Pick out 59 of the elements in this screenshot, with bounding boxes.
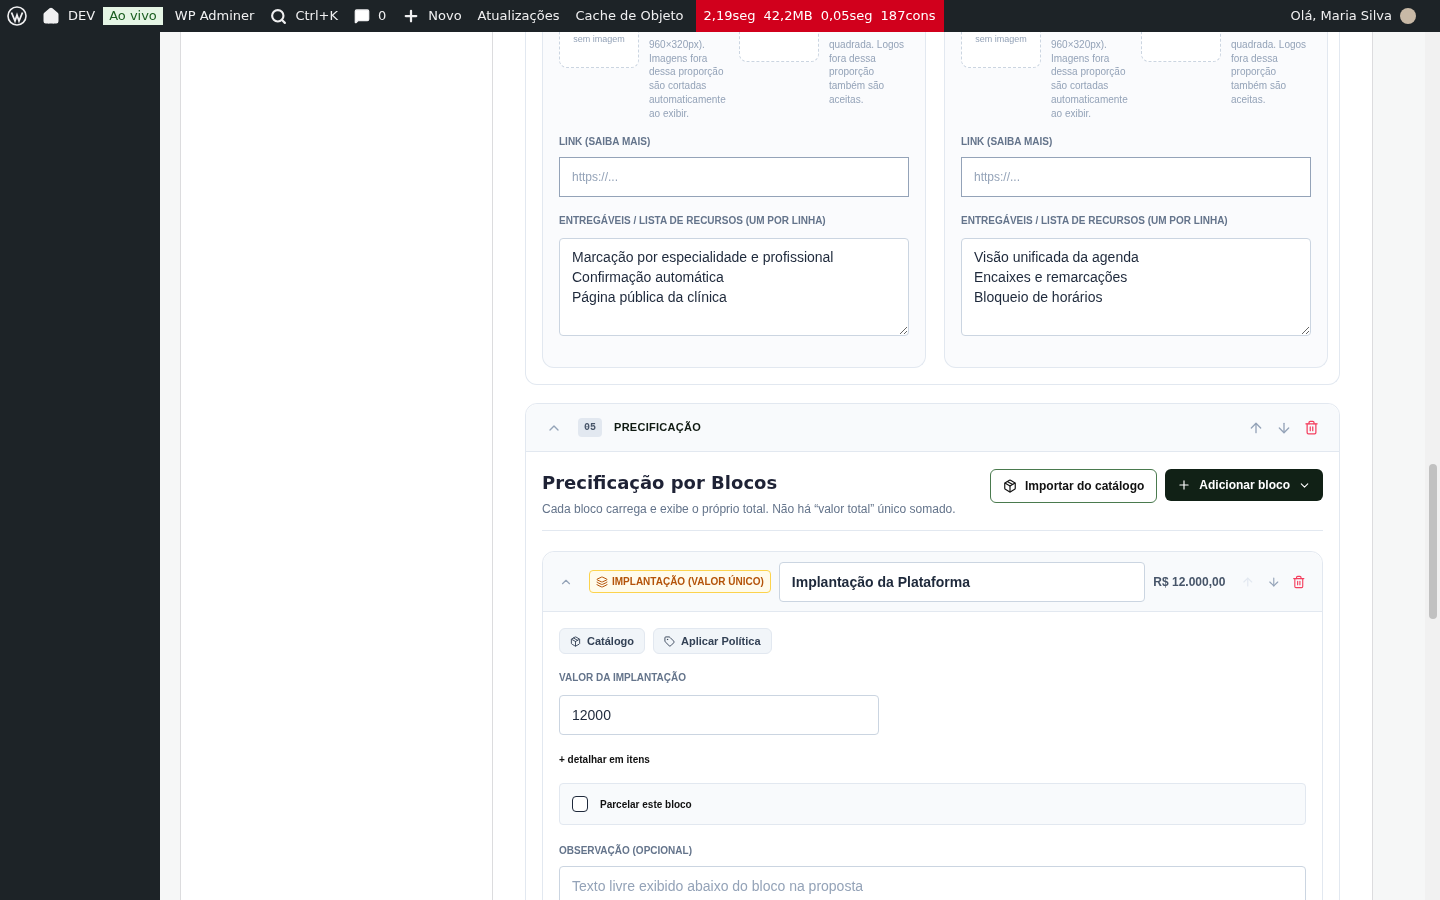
detail-items-link[interactable]: + detalhar em itens: [559, 752, 1306, 768]
image-hint: quadrada. Logos fora dessa proporção também são aceitas.: [829, 38, 906, 107]
field-label: LINK (SAIBA MAIS): [559, 135, 652, 150]
admin-bar-link[interactable]: Atualizações: [477, 6, 560, 26]
admin-bar-link[interactable]: DEV: [68, 6, 96, 26]
search-icon: [270, 7, 288, 25]
placeholder-text: sem imagem: [573, 33, 625, 46]
tag-icon: [664, 635, 676, 647]
section-subtitle: Cada bloco carrega e exibe o próprio total. Não há “valor total” único somado.: [542, 501, 956, 519]
stat-value: 0,05seg: [820, 7, 873, 26]
image-hint: 960×320px). Imagens fora dessa proporção são cortadas automaticamente ao exibir.: [1051, 38, 1129, 121]
block-total: R$ 12.000,00: [1153, 573, 1226, 591]
package-icon: [1002, 479, 1017, 494]
admin-bar-link[interactable]: 0: [378, 6, 387, 26]
block-type-badge: IMPLANTAÇÃO (VALOR ÚNICO): [589, 570, 771, 594]
field-label: ENTREGÁVEIS / LISTA DE RECURSOS (UM POR LINHA): [961, 213, 1229, 229]
stat-value: 187cons: [880, 7, 936, 26]
field-label: OBSERVAÇÃO (OPCIONAL): [559, 843, 693, 859]
user-greeting[interactable]: Olá, Maria Silva: [1290, 6, 1392, 26]
home-icon: [42, 7, 60, 25]
tool-chip[interactable]: Aplicar Política: [653, 628, 772, 655]
list-field[interactable]: Visão unificada da agenda Encaixes e remarcações Bloqueio de horários: [961, 238, 1311, 337]
field-label: ENTREGÁVEIS / LISTA DE RECURSOS (UM POR LINHA): [559, 213, 827, 229]
move-down-icon[interactable]: [1266, 574, 1281, 589]
import-button[interactable]: Importar do catálogo: [989, 469, 1158, 504]
environment-badge: Ao vivo: [103, 7, 163, 25]
placeholder-text: sem imagem: [975, 33, 1027, 46]
performance-stats[interactable]: 2,19seg 42,2MB 0,05seg 187cons: [695, 0, 944, 32]
stat-value: 42,2MB: [763, 7, 813, 26]
stat-value: 2,19seg: [703, 7, 756, 26]
link-field[interactable]: https://...: [559, 157, 909, 198]
note-field[interactable]: Texto livre exibido abaixo do bloco na proposta: [559, 866, 1306, 900]
field-label: VALOR DA IMPLANTAÇÃO: [559, 670, 688, 686]
installments-checkbox[interactable]: [572, 796, 588, 813]
checkbox-label: Parcelar este bloco: [600, 797, 692, 812]
section-number: 05: [578, 418, 602, 438]
admin-bar-link[interactable]: WP Adminer: [174, 6, 255, 26]
block-name-field[interactable]: Implantação da Plataforma: [778, 561, 1146, 602]
admin-bar-link[interactable]: Novo: [428, 6, 462, 26]
link-field[interactable]: https://...: [961, 157, 1311, 198]
list-field[interactable]: Marcação por especialidade e profissional Confirmação automática Página pública da clínica: [559, 238, 909, 337]
delete-icon[interactable]: [1304, 420, 1319, 436]
section-heading: Precificação por Blocos: [542, 471, 779, 496]
avatar-icon: [1400, 8, 1416, 24]
scrollbar[interactable]: [1425, 32, 1440, 900]
image-hint: quadrada. Logos fora dessa proporção também são aceitas.: [1231, 38, 1308, 107]
value-field[interactable]: 12000: [559, 695, 879, 736]
delete-icon[interactable]: [1292, 574, 1306, 589]
package-icon: [570, 635, 581, 647]
wordpress-logo-icon[interactable]: [7, 6, 27, 26]
add-block-button[interactable]: Adicionar bloco: [1165, 469, 1323, 502]
image-hint: 960×320px). Imagens fora dessa proporção são cortadas automaticamente ao exibir.: [649, 38, 727, 121]
admin-bar-link[interactable]: Ctrl+K: [295, 6, 338, 26]
admin-bar-link[interactable]: Cache de Objeto: [575, 6, 684, 26]
tool-chip[interactable]: Catálogo: [559, 628, 646, 655]
section-title: PRECIFICAÇÃO: [614, 420, 702, 436]
plus-icon: [1177, 478, 1192, 493]
comment-icon: [354, 8, 370, 24]
field-label: LINK (SAIBA MAIS): [961, 135, 1054, 150]
